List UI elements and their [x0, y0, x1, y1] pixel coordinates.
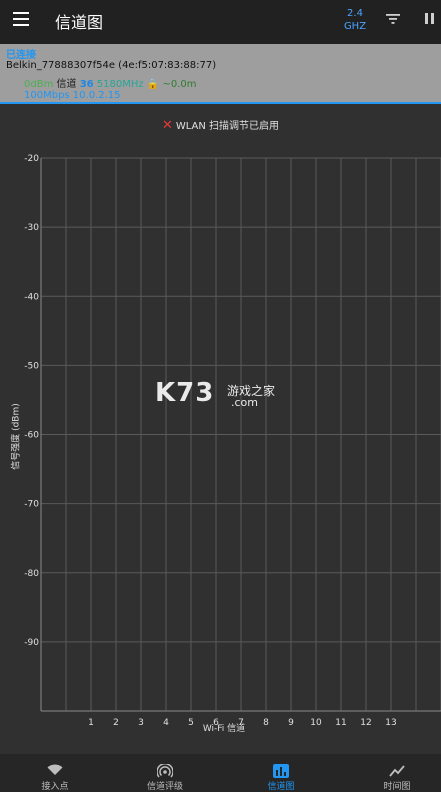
band-unit: GHZ	[343, 21, 367, 32]
nav-label: 信道图	[267, 782, 295, 792]
x-tick-label: 12	[360, 718, 371, 728]
pause-icon[interactable]	[424, 13, 436, 25]
y-tick-label: -20	[24, 154, 39, 164]
y-tick-label: -80	[24, 569, 39, 579]
channel-number: 36	[79, 79, 94, 90]
x-tick-label: 4	[163, 718, 169, 728]
notice-text: WLAN 扫描调节已启用	[175, 121, 280, 132]
filter-icon[interactable]	[385, 12, 401, 26]
watermark-logo: K73 游戏之家 .com	[155, 378, 275, 409]
line-graph-icon	[389, 765, 405, 777]
connection-status: 已连接	[6, 50, 36, 61]
watermark-domain: .com	[231, 396, 258, 409]
x-tick-label: 8	[263, 718, 269, 728]
close-x-icon: ✕	[161, 118, 173, 133]
y-tick-label: -70	[24, 500, 39, 510]
y-tick-label: -30	[24, 223, 39, 233]
x-tick-label: 1	[88, 718, 94, 728]
x-tick-label: 2	[113, 718, 119, 728]
bar-chart-icon	[273, 764, 289, 778]
scan-throttle-notice: ✕ WLAN 扫描调节已启用	[0, 117, 441, 133]
signal-rating-icon	[157, 764, 173, 778]
x-tick-label: 9	[288, 718, 294, 728]
nav-channel-graph[interactable]: 信道图	[226, 754, 336, 792]
wifi-icon	[47, 764, 63, 775]
frequency: 5180MHz	[96, 79, 144, 90]
distance: ~0.0m	[162, 79, 197, 90]
x-tick-label: 11	[335, 718, 346, 728]
band-value: 2.4	[347, 8, 363, 19]
x-tick-label: 10	[310, 718, 322, 728]
nav-access-points[interactable]: 接入点	[0, 754, 110, 792]
nav-channel-rating[interactable]: 信道评级	[110, 754, 220, 792]
hamburger-icon[interactable]	[13, 12, 29, 26]
y-tick-label: -60	[24, 431, 39, 441]
x-tick-label: 13	[385, 718, 396, 728]
connection-ssid: Belkin_77888307f54e (4e:f5:07:83:88:77)	[6, 60, 217, 71]
connection-details: 0dBm 信道 36 5180MHz 🔒 ~0.0m	[24, 75, 197, 90]
link-info: 100Mbps 10.0.2.15	[24, 90, 121, 101]
band-toggle-button[interactable]: 2.4 GHZ	[340, 7, 370, 33]
bottom-navigation: 接入点 信道评级 信道图 时间图	[0, 754, 441, 792]
y-tick-label: -50	[24, 361, 39, 371]
signal-dbm: 0dBm	[24, 79, 54, 90]
channel-label: 信道	[56, 79, 77, 90]
nav-label: 时间图	[383, 782, 411, 792]
nav-label: 接入点	[41, 782, 69, 792]
connection-panel[interactable]: 已连接 Belkin_77888307f54e (4e:f5:07:83:88:…	[0, 44, 441, 104]
page-title: 信道图	[55, 13, 104, 32]
y-tick-label: -40	[24, 292, 39, 302]
app-bar: 信道图 2.4 GHZ	[0, 0, 441, 44]
nav-time-graph[interactable]: 时间图	[342, 754, 441, 792]
y-tick-label: -90	[24, 638, 39, 648]
nav-label: 信道评级	[146, 782, 183, 792]
x-tick-label: 5	[188, 718, 194, 728]
x-axis-label: Wi-Fi 信道	[203, 722, 245, 734]
lock-icon: 🔒	[146, 79, 160, 90]
x-tick-label: 3	[138, 718, 144, 728]
watermark-big: K73	[155, 378, 215, 408]
channel-graph: -20-30-40-50-60-70-80-901 2 3 4 5 6 7 8 9 10 11 12 1…	[24, 154, 441, 734]
